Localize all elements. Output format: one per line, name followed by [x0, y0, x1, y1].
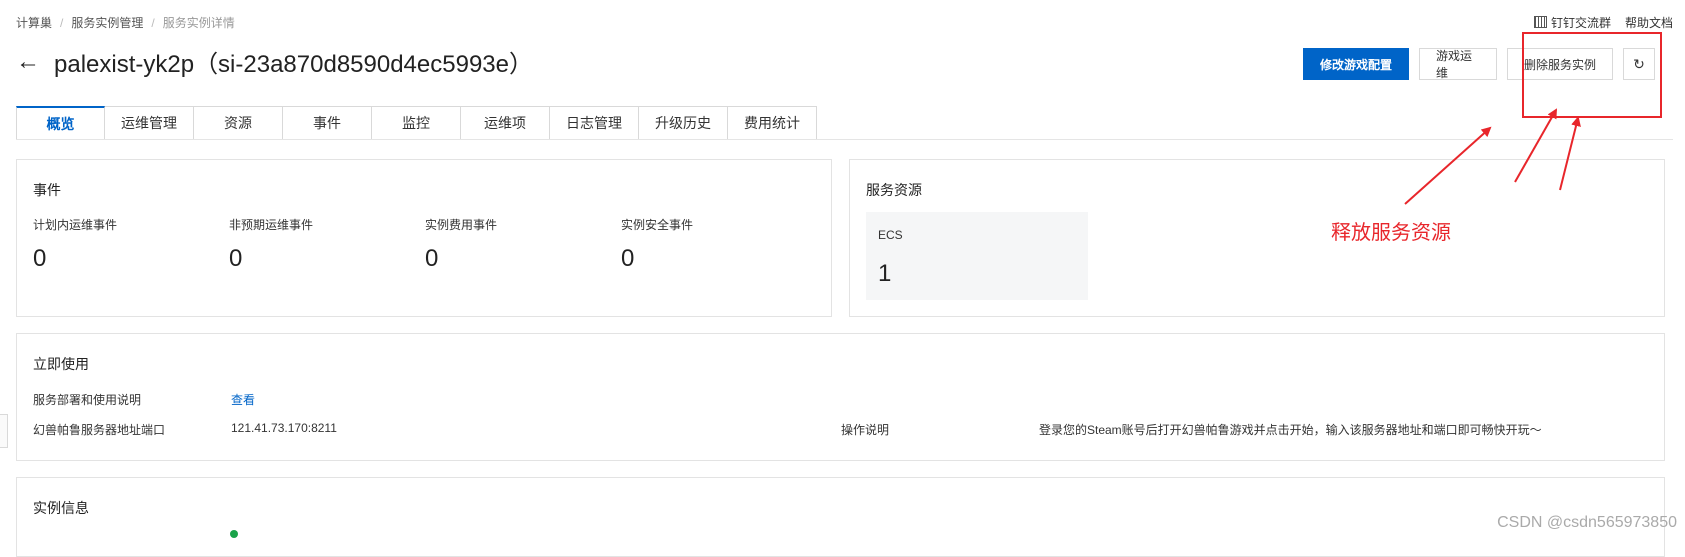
annotation-arrow [1404, 126, 1492, 205]
annotation-label: 释放服务资源 [1331, 222, 1451, 244]
annotation-arrow [1559, 116, 1581, 191]
annotation-arrows [1404, 108, 1581, 205]
watermark: CSDN @csdn565973850 [1497, 514, 1677, 531]
annotation-arrow [1514, 108, 1557, 183]
